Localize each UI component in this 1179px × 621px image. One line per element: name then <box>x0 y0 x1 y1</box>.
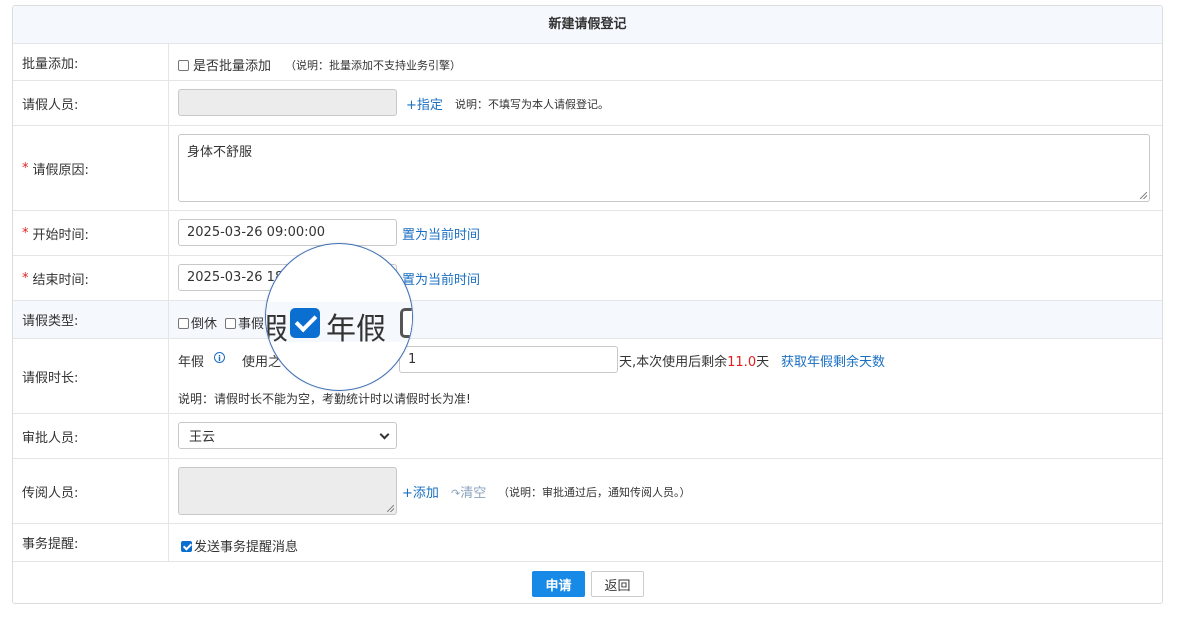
leave-type-label: 请假类型: <box>13 301 169 338</box>
form-header: 新建请假登记 <box>13 6 1162 44</box>
duration-note: 说明：请假时长不能为空，考勤统计时以请假时长为准! <box>178 392 471 406</box>
batch-checkbox-box[interactable] <box>178 60 189 71</box>
circulate-note: （说明：审批通过后，通知传阅人员。） <box>498 486 691 499</box>
next-checkbox-box[interactable] <box>400 308 412 338</box>
assign-link[interactable]: +指定 <box>406 94 443 113</box>
approver-selected: 王云 <box>189 430 216 445</box>
reason-textarea[interactable]: 身体不舒服 <box>178 134 1150 202</box>
required-mark: * <box>22 225 29 241</box>
reminder-checkbox[interactable]: 发送事务提醒消息 <box>181 536 298 555</box>
magnifier-prev-char: 假 <box>266 304 288 348</box>
back-button[interactable]: 返回 <box>591 571 644 597</box>
row-reason: * 请假原因: 身体不舒服 <box>13 126 1162 211</box>
batch-checkbox-label: 是否批量添加 <box>193 59 272 74</box>
start-time-input[interactable]: 2025-03-26 09:00:00 <box>178 219 397 246</box>
shijia-label: 事假 <box>238 317 265 332</box>
end-time-value: 2025-03-26 18 <box>187 270 284 285</box>
nianjia-label: 年假 <box>326 312 386 347</box>
circulate-add-link[interactable]: +添加 <box>402 482 439 501</box>
row-person: 请假人员: +指定 说明：不填写为本人请假登记。 <box>13 81 1162 126</box>
required-mark: * <box>22 270 29 286</box>
end-set-now-link[interactable]: 置为当前时间 <box>402 269 480 288</box>
approver-label: 审批人员: <box>13 414 169 458</box>
daoxiu-checkbox-box[interactable] <box>178 318 189 329</box>
start-time-label: * 开始时间: <box>13 211 169 255</box>
row-approver: 审批人员: 王云 <box>13 414 1162 459</box>
info-icon[interactable]: i <box>214 351 225 366</box>
shijia-checkbox-box[interactable] <box>225 318 236 329</box>
batch-checkbox[interactable]: 是否批量添加 <box>178 55 271 74</box>
approver-select[interactable]: 王云 <box>178 422 397 449</box>
remaining-days: 11.0 <box>727 355 757 370</box>
end-time-label: * 结束时间: <box>13 256 169 300</box>
reason-label-text: 请假原因: <box>32 162 89 178</box>
duration-value: 1 <box>408 352 417 367</box>
person-input[interactable] <box>178 89 397 116</box>
row-batch: 批量添加: 是否批量添加 （说明：批量添加不支持业务引擎） <box>13 44 1162 81</box>
leave-type-option-daoxiu[interactable]: 倒休 <box>178 313 217 332</box>
row-reminder: 事务提醒: 发送事务提醒消息 <box>13 524 1162 562</box>
row-leave-type: 请假类型: 倒休 事假 <box>13 301 1162 339</box>
duration-suffix-text: 天,本次使用后剩余 <box>619 355 728 370</box>
circulate-clear-label: 清空 <box>460 486 487 501</box>
reason-label: * 请假原因: <box>13 126 169 210</box>
resize-handle-icon[interactable] <box>1140 192 1147 199</box>
resize-handle-icon[interactable] <box>387 505 394 512</box>
reminder-label: 事务提醒: <box>13 524 169 561</box>
required-mark: * <box>22 160 29 176</box>
clear-icon: ↷ <box>451 487 461 500</box>
zoom-magnifier: 假 年假 <box>265 243 413 391</box>
form-title: 新建请假登记 <box>548 17 627 32</box>
start-time-label-text: 开始时间: <box>32 227 89 243</box>
circulate-clear-link[interactable]: ↷清空 <box>451 482 486 501</box>
reminder-checkbox-box[interactable] <box>181 541 192 552</box>
start-set-now-link[interactable]: 置为当前时间 <box>402 224 480 243</box>
circulate-label: 传阅人员: <box>13 459 169 523</box>
fetch-remaining-link[interactable]: 获取年假剩余天数 <box>781 351 885 370</box>
person-label: 请假人员: <box>13 81 169 125</box>
person-note: 说明：不填写为本人请假登记。 <box>455 98 609 111</box>
duration-input[interactable]: 1 <box>399 346 618 373</box>
daoxiu-label: 倒休 <box>191 317 218 332</box>
reason-value: 身体不舒服 <box>187 145 253 160</box>
start-time-value: 2025-03-26 09:00:00 <box>187 225 326 240</box>
end-time-label-text: 结束时间: <box>32 272 89 288</box>
circulate-textarea[interactable] <box>178 467 397 515</box>
duration-label: 请假时长: <box>13 339 169 413</box>
submit-button[interactable]: 申请 <box>532 571 585 597</box>
leave-type-option-shijia[interactable]: 事假 <box>225 313 264 332</box>
batch-label: 批量添加: <box>13 44 169 80</box>
row-start-time: * 开始时间: 2025-03-26 09:00:00 置为当前时间 <box>13 211 1162 256</box>
duration-type-name: 年假 <box>178 355 205 370</box>
nianjia-checkbox-box[interactable] <box>290 308 320 338</box>
row-end-time: * 结束时间: 2025-03-26 18 置为当前时间 <box>13 256 1162 301</box>
reminder-checkbox-label: 发送事务提醒消息 <box>194 540 299 555</box>
remaining-unit: 天 <box>756 355 770 370</box>
row-duration: 请假时长: 年假 i 使用之 1 天,本次使用后剩余11.0天 获取年假剩余天数… <box>13 339 1162 414</box>
chevron-down-icon <box>379 429 390 440</box>
leave-form: 新建请假登记 批量添加: 是否批量添加 （说明：批量添加不支持业务引擎） 请假人… <box>12 5 1163 604</box>
batch-note: （说明：批量添加不支持业务引擎） <box>285 59 461 72</box>
row-circulate: 传阅人员: +添加 ↷清空 （说明：审批通过后，通知传阅人员。） <box>13 459 1162 524</box>
duration-suffix: 天,本次使用后剩余11.0天 <box>619 351 769 370</box>
